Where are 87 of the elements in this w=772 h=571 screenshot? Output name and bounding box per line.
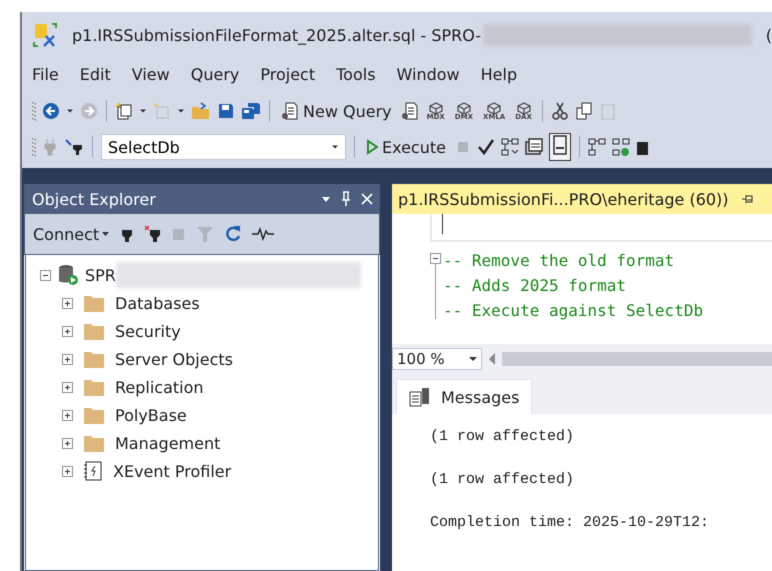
- menu-item[interactable]: Window: [388, 60, 468, 88]
- close-icon[interactable]: [360, 192, 374, 206]
- plan-icon[interactable]: [500, 138, 519, 156]
- grip-icon: [32, 137, 36, 157]
- folder-icon: [83, 377, 105, 397]
- results-file-icon: [550, 135, 569, 155]
- expand-icon[interactable]: [62, 410, 73, 420]
- database-dropdown[interactable]: SelectDb: [101, 134, 346, 160]
- collapse-icon[interactable]: [40, 270, 51, 280]
- expand-icon[interactable]: [62, 354, 73, 364]
- menu-item[interactable]: Query: [182, 60, 248, 88]
- cube-icon: [456, 102, 472, 114]
- caret-icon[interactable]: [66, 109, 74, 113]
- play-icon: [366, 139, 378, 155]
- message-line: Completion time: 2025-10-29T12:: [430, 514, 710, 531]
- tree-item[interactable]: XEvent Profiler: [113, 462, 232, 480]
- document-tab[interactable]: p1.IRSSubmissionFi...PRO\eheritage (60)): [392, 184, 772, 214]
- window-title-tail: (: [766, 26, 772, 44]
- document-icon[interactable]: [400, 102, 419, 120]
- document-icon: [281, 102, 299, 120]
- app-logo-icon: [32, 22, 58, 48]
- tree-item[interactable]: Management: [115, 434, 220, 452]
- tree-item[interactable]: Server Objects: [115, 350, 233, 368]
- menu-item[interactable]: Project: [252, 60, 324, 88]
- results-to-file-button[interactable]: [548, 133, 571, 161]
- menu-item[interactable]: Help: [472, 60, 526, 88]
- messages-icon: [409, 386, 431, 408]
- folder-icon: [83, 433, 105, 453]
- back-icon[interactable]: [42, 102, 60, 120]
- folder-icon: [83, 321, 105, 341]
- new-query-button[interactable]: New Query: [278, 100, 395, 122]
- expand-icon[interactable]: [62, 438, 73, 448]
- code-line: -- Adds 2025 format: [443, 275, 628, 297]
- tree-item[interactable]: PolyBase: [115, 406, 187, 424]
- open-folder-icon[interactable]: [191, 102, 211, 120]
- tree-item[interactable]: Security: [115, 322, 181, 340]
- menu-item[interactable]: Tools: [328, 60, 384, 88]
- message-line: (1 row affected): [430, 428, 576, 445]
- new-project-icon[interactable]: [115, 102, 133, 120]
- zoom-dropdown[interactable]: 100 %: [392, 348, 482, 370]
- expand-icon[interactable]: [62, 298, 73, 308]
- caret-icon[interactable]: [139, 109, 147, 113]
- menu-item[interactable]: Edit: [72, 60, 119, 88]
- save-all-icon[interactable]: [241, 102, 261, 120]
- caret-icon[interactable]: [177, 109, 185, 113]
- expand-icon[interactable]: [62, 382, 73, 392]
- menu-item[interactable]: View: [124, 60, 178, 88]
- folder-icon: [83, 405, 105, 425]
- plan-icon[interactable]: [588, 138, 606, 156]
- copy-icon[interactable]: [574, 102, 593, 120]
- caret-icon: [331, 145, 339, 149]
- save-icon[interactable]: [217, 102, 235, 120]
- cube-icon: [516, 102, 532, 114]
- plan-check-icon[interactable]: [612, 138, 630, 156]
- folder-icon: [83, 349, 105, 369]
- results-window-icon[interactable]: [524, 138, 543, 156]
- menu-item[interactable]: File: [24, 60, 67, 88]
- profiler-icon: [83, 460, 103, 482]
- refresh-icon[interactable]: [224, 225, 242, 243]
- execute-button[interactable]: Execute: [363, 136, 449, 158]
- pin-icon[interactable]: [340, 191, 352, 207]
- pin-icon[interactable]: [740, 193, 755, 205]
- grip-icon: [32, 101, 36, 121]
- code-line: -- Remove the old format: [443, 250, 676, 272]
- cube-icon: [428, 102, 444, 114]
- server-icon: [57, 264, 79, 286]
- message-line: (1 row affected): [430, 471, 576, 488]
- messages-tab[interactable]: Messages: [396, 379, 532, 414]
- connect-icon[interactable]: [64, 138, 84, 156]
- expand-icon[interactable]: [62, 466, 73, 476]
- server-node[interactable]: SPR: [85, 266, 116, 284]
- caret-icon: [469, 355, 477, 363]
- window-title: p1.IRSSubmissionFileFormat_2025.alter.sql - SPRO-: [72, 26, 482, 44]
- expand-icon[interactable]: [62, 326, 73, 336]
- disconnect-icon[interactable]: [144, 225, 162, 243]
- activity-monitor-icon[interactable]: [252, 227, 274, 241]
- cut-icon[interactable]: [550, 102, 569, 120]
- collapse-icon[interactable]: [430, 253, 441, 264]
- tree-item[interactable]: Databases: [115, 294, 200, 312]
- scroll-left-icon[interactable]: [488, 353, 496, 365]
- connect-button[interactable]: Connect: [33, 224, 110, 244]
- folder-icon: [83, 293, 105, 313]
- panel-title: Object Explorer: [32, 190, 157, 208]
- checkmark-icon[interactable]: [476, 138, 495, 156]
- cube-icon: [486, 102, 502, 114]
- code-line: -- Execute against SelectDb: [443, 300, 704, 322]
- tree-item[interactable]: Replication: [115, 378, 204, 396]
